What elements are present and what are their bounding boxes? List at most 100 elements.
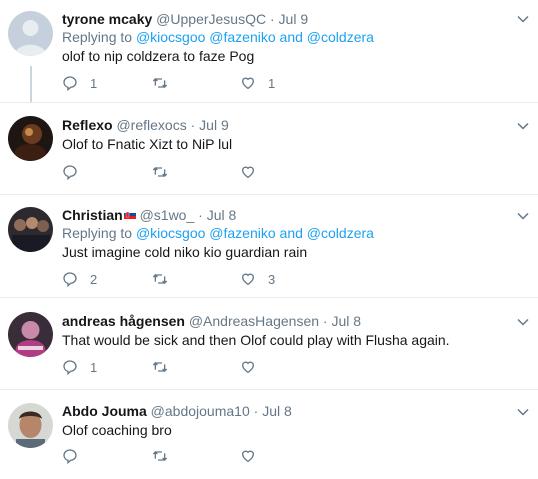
tweet-date[interactable]: Jul 9	[199, 117, 229, 133]
tweet-text: That would be sick and then Olof could p…	[62, 332, 450, 348]
mention-joiner: and	[279, 29, 303, 45]
tweet[interactable]: andreas hågensen @AndreasHagensen · Jul …	[0, 298, 538, 390]
reply-button[interactable]	[62, 162, 90, 182]
reply-button[interactable]: 1	[62, 73, 97, 93]
reply-icon	[62, 359, 78, 375]
chevron-down-icon[interactable]	[516, 209, 530, 223]
reply-count: 1	[90, 359, 98, 375]
retweet-button[interactable]	[152, 73, 180, 93]
chevron-down-icon[interactable]	[516, 315, 530, 329]
tweet[interactable]: Christian @s1wo_ · Jul 8 Replying to @ki…	[0, 195, 538, 298]
user-handle[interactable]: @s1wo_	[140, 207, 195, 223]
slovakia-flag-icon	[123, 210, 136, 219]
tweet-header: Abdo Jouma @abdojouma10 · Jul 8	[62, 402, 292, 420]
like-count: 1	[268, 75, 276, 91]
tweet-date[interactable]: Jul 8	[331, 313, 361, 329]
retweet-icon	[152, 75, 168, 91]
avatar[interactable]	[8, 403, 53, 448]
tweet-actions: 2 3	[62, 269, 362, 289]
tweet-header: andreas hågensen @AndreasHagensen · Jul …	[62, 312, 361, 330]
tweet-actions: 1 1	[62, 73, 362, 93]
tweet-date[interactable]: Jul 8	[262, 403, 292, 419]
replying-to: Replying to @kiocsgoo @fazeniko and @col…	[62, 224, 374, 242]
tweet-text: olof to nip coldzera to faze Pog	[62, 48, 255, 64]
tweet[interactable]: Abdo Jouma @abdojouma10 · Jul 8 Olof coa…	[0, 390, 538, 479]
reply-button[interactable]: 1	[62, 357, 97, 377]
user-handle[interactable]: @abdojouma10	[151, 403, 250, 419]
heart-icon	[240, 359, 256, 375]
heart-icon	[240, 271, 256, 287]
chevron-down-icon[interactable]	[516, 12, 530, 26]
display-name[interactable]: Reflexo	[62, 117, 113, 133]
group-photo-avatar-image	[8, 207, 53, 252]
reply-button[interactable]: 2	[62, 269, 97, 289]
heart-icon	[240, 448, 256, 464]
reply-button[interactable]	[62, 446, 90, 466]
like-button[interactable]: 3	[240, 269, 275, 289]
mention-link[interactable]: @fazeniko	[209, 29, 275, 45]
mention-link[interactable]: @coldzera	[307, 29, 374, 45]
retweet-icon	[152, 448, 168, 464]
display-name[interactable]: andreas hågensen	[62, 313, 185, 329]
tweet-actions	[62, 446, 362, 466]
chevron-down-icon[interactable]	[516, 405, 530, 419]
tweet-date[interactable]: Jul 9	[279, 11, 309, 27]
tweet-text: Olof to Fnatic Xizt to NiP lul	[62, 136, 233, 152]
avatar[interactable]	[8, 11, 53, 56]
tweet-header: tyrone mcaky @UpperJesusQC · Jul 9	[62, 10, 308, 28]
reply-count: 2	[90, 271, 98, 287]
replying-prefix: Replying to	[62, 225, 133, 241]
mention-link[interactable]: @kiocsgoo	[136, 29, 205, 45]
avatar[interactable]	[8, 207, 53, 252]
retweet-button[interactable]	[152, 162, 180, 182]
separator-dot: ·	[322, 313, 328, 329]
separator-dot: ·	[190, 117, 196, 133]
avatar[interactable]	[8, 312, 53, 357]
pink-photo-avatar-image	[8, 312, 53, 357]
mention-joiner: and	[279, 225, 303, 241]
retweet-button[interactable]	[152, 269, 180, 289]
retweet-button[interactable]	[152, 446, 180, 466]
separator-dot: ·	[198, 207, 203, 223]
dark-photo-avatar-image	[8, 116, 53, 161]
retweet-icon	[152, 164, 168, 180]
like-button[interactable]	[240, 357, 268, 377]
user-handle[interactable]: @AndreasHagensen	[189, 313, 319, 329]
display-name[interactable]: Christian	[62, 207, 123, 223]
display-name[interactable]: tyrone mcaky	[62, 11, 152, 27]
mention-link[interactable]: @fazeniko	[209, 225, 275, 241]
replying-to: Replying to @kiocsgoo @fazeniko and @col…	[62, 28, 374, 46]
display-name[interactable]: Abdo Jouma	[62, 403, 147, 419]
mention-link[interactable]: @kiocsgoo	[136, 225, 205, 241]
tweet[interactable]: Reflexo @reflexocs · Jul 9 Olof to Fnati…	[0, 103, 538, 195]
face-photo-avatar-image	[8, 403, 53, 448]
user-handle[interactable]: @UpperJesusQC	[156, 11, 266, 27]
like-button[interactable]: 1	[240, 73, 275, 93]
default-avatar-image	[8, 11, 53, 56]
like-count: 3	[268, 271, 276, 287]
retweet-button[interactable]	[152, 357, 180, 377]
tweet-header: Reflexo @reflexocs · Jul 9	[62, 116, 229, 134]
mention-link[interactable]: @coldzera	[307, 225, 374, 241]
like-button[interactable]	[240, 446, 268, 466]
separator-dot: ·	[253, 403, 259, 419]
avatar[interactable]	[8, 116, 53, 161]
tweet-text: Just imagine cold niko kio guardian rain	[62, 244, 308, 260]
reply-icon	[62, 164, 78, 180]
chevron-down-icon[interactable]	[516, 119, 530, 133]
reply-icon	[62, 75, 78, 91]
user-handle[interactable]: @reflexocs	[116, 117, 186, 133]
tweet-actions: 1	[62, 357, 362, 377]
replying-prefix: Replying to	[62, 29, 133, 45]
retweet-icon	[152, 271, 168, 287]
tweet-header: Christian @s1wo_ · Jul 8	[62, 206, 236, 224]
reply-icon	[62, 271, 78, 287]
tweet-text: Olof coaching bro	[62, 422, 172, 438]
like-button[interactable]	[240, 162, 268, 182]
reply-count: 1	[90, 75, 98, 91]
retweet-icon	[152, 359, 168, 375]
heart-icon	[240, 164, 256, 180]
tweet-actions	[62, 162, 362, 182]
tweet-date[interactable]: Jul 8	[207, 207, 237, 223]
tweet[interactable]: tyrone mcaky @UpperJesusQC · Jul 9 Reply…	[0, 0, 538, 103]
